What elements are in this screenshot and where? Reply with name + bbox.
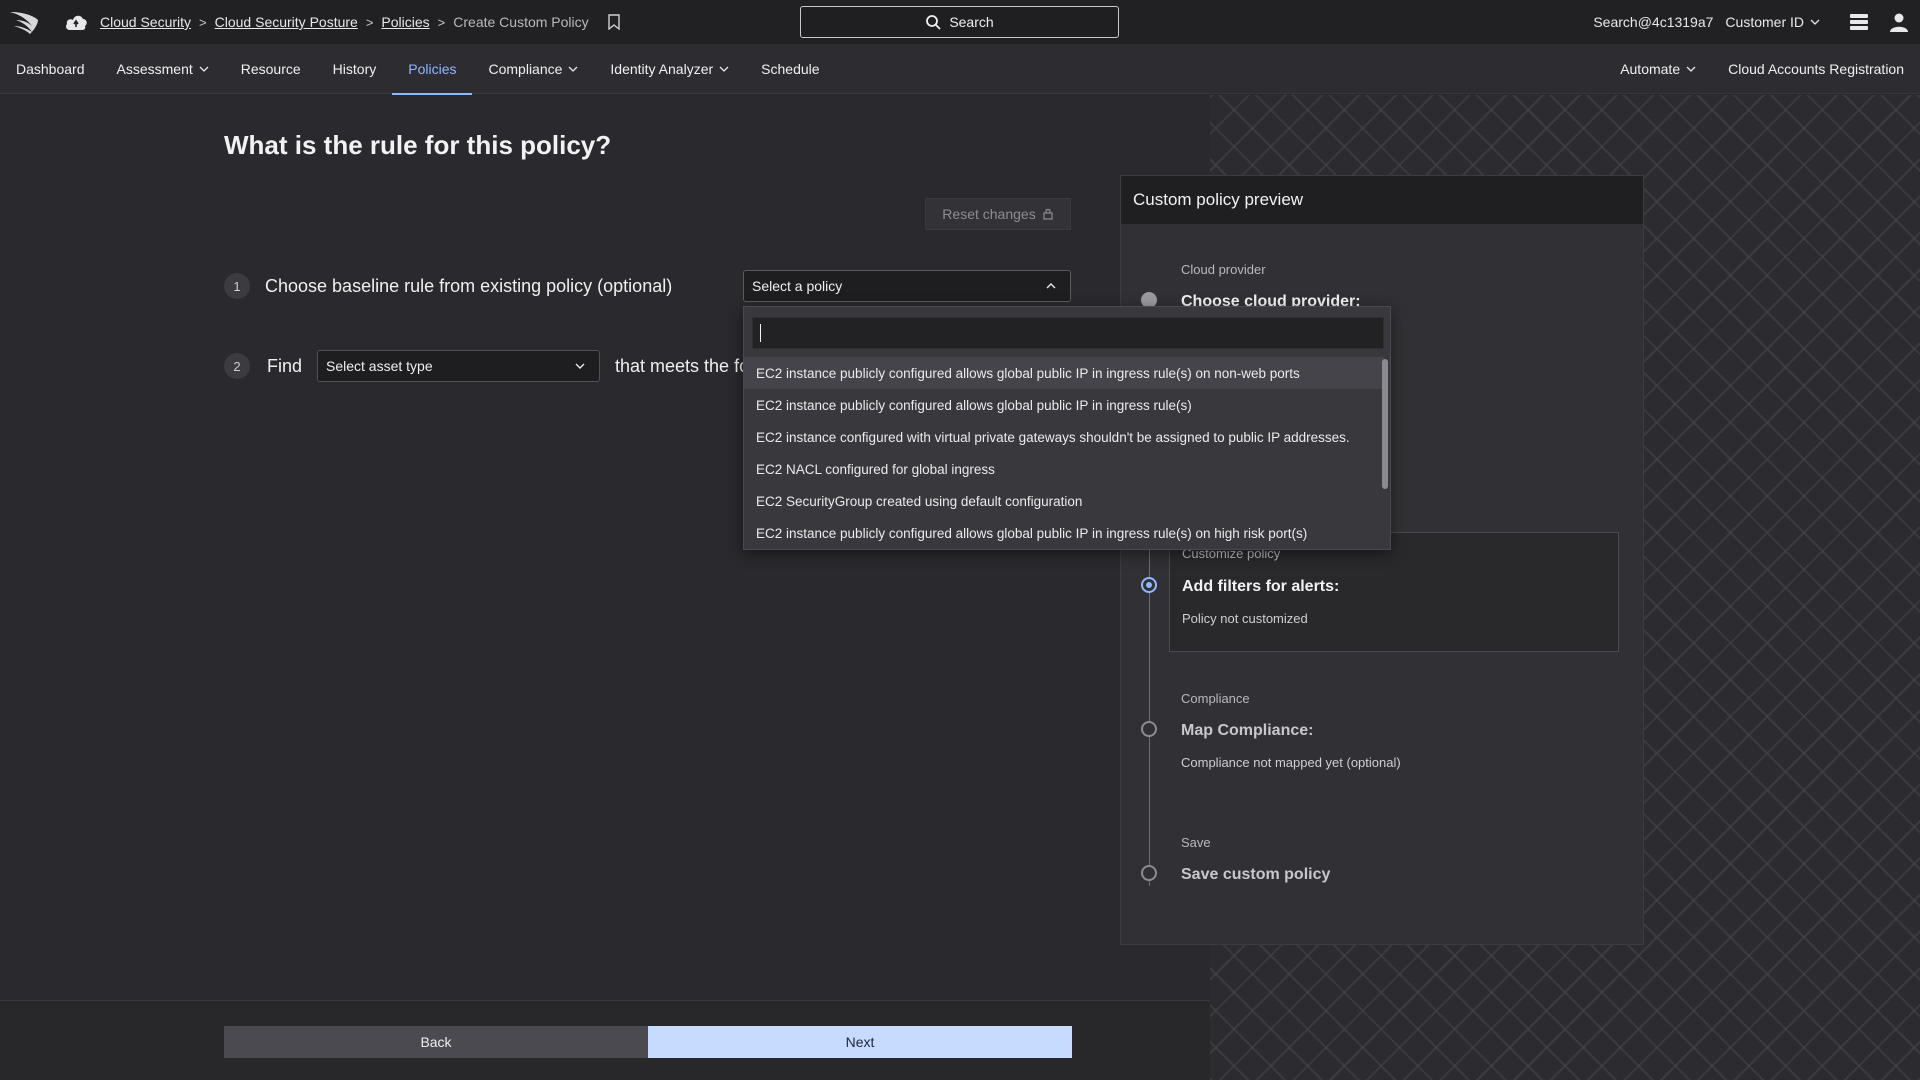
preview-title: Custom policy preview	[1121, 176, 1643, 224]
bookmark-icon[interactable]	[607, 14, 621, 30]
policy-option-list: EC2 instance publicly configured allows …	[744, 357, 1384, 549]
nav-policies[interactable]: Policies	[392, 44, 473, 95]
breadcrumb-separator: >	[365, 14, 374, 30]
timeline-dot-pending	[1141, 865, 1157, 881]
reset-changes-button[interactable]: Reset changes	[925, 198, 1071, 230]
nav-schedule[interactable]: Schedule	[745, 44, 835, 94]
policy-option[interactable]: EC2 instance publicly configured allows …	[744, 517, 1384, 549]
page-title: What is the rule for this policy?	[224, 130, 612, 160]
breadcrumb-cloud-security[interactable]: Cloud Security	[100, 14, 191, 30]
timeline-dot-active	[1141, 577, 1157, 593]
nav-automate[interactable]: Automate	[1604, 44, 1712, 94]
customer-id-label: Customer ID	[1725, 14, 1804, 30]
nav-compliance[interactable]: Compliance	[472, 44, 594, 94]
preview-step-save-small: Save	[1181, 835, 1211, 850]
select-policy-value: Select a policy	[752, 278, 843, 294]
policy-option[interactable]: EC2 NACL configured for global ingress	[744, 453, 1384, 485]
policy-dropdown-menu: EC2 instance publicly configured allows …	[743, 306, 1391, 550]
breadcrumb-cloud-security-posture[interactable]: Cloud Security Posture	[215, 14, 358, 30]
search-label: Search	[949, 14, 994, 30]
step-2-number: 2	[224, 353, 250, 379]
select-asset-type-dropdown[interactable]: Select asset type	[317, 350, 600, 382]
chevron-down-icon	[568, 66, 578, 72]
preview-step-compliance-sub: Compliance not mapped yet (optional)	[1181, 755, 1401, 770]
preview-step-compliance-small: Compliance	[1181, 691, 1250, 706]
nav-right-group: Automate Cloud Accounts Registration	[1604, 44, 1920, 94]
custom-policy-preview-panel: Custom policy preview Cloud provider Cho…	[1120, 175, 1644, 945]
global-search-button[interactable]: Search	[800, 6, 1119, 38]
nav-left-group: Dashboard Assessment Resource History Po…	[0, 44, 836, 95]
cloud-security-icon	[66, 15, 87, 30]
text-cursor	[760, 324, 761, 342]
nav-identity-analyzer[interactable]: Identity Analyzer	[594, 44, 745, 94]
breadcrumb: Cloud Security > Cloud Security Posture …	[100, 0, 621, 44]
wizard-footer: Back Next	[0, 1000, 1210, 1080]
nav-resource[interactable]: Resource	[225, 44, 317, 94]
user-profile-icon[interactable]	[1888, 11, 1910, 33]
chevron-down-icon	[1686, 66, 1696, 72]
step-1-number: 1	[224, 273, 250, 299]
nav-assessment[interactable]: Assessment	[101, 44, 225, 94]
policy-option[interactable]: EC2 instance configured with virtual pri…	[744, 421, 1384, 453]
breadcrumb-policies[interactable]: Policies	[381, 14, 429, 30]
top-bar: Cloud Security > Cloud Security Posture …	[0, 0, 1920, 44]
policy-option[interactable]: EC2 instance publicly configured allows …	[744, 357, 1384, 389]
reset-changes-label: Reset changes	[942, 206, 1036, 222]
chevron-down-icon	[575, 363, 585, 369]
timeline-dot-pending	[1141, 721, 1157, 737]
preview-step-cloud-provider-small: Cloud provider	[1181, 262, 1266, 277]
chevron-down-icon	[1810, 19, 1820, 25]
nav-cloud-accounts-registration[interactable]: Cloud Accounts Registration	[1712, 44, 1920, 94]
breadcrumb-separator: >	[437, 14, 446, 30]
policy-option[interactable]: EC2 SecurityGroup created using default …	[744, 485, 1384, 517]
select-policy-dropdown[interactable]: Select a policy	[743, 270, 1071, 302]
preview-step-save-title: Save custom policy	[1181, 866, 1331, 883]
step-2-label: Find	[267, 356, 303, 376]
customer-id-dropdown[interactable]: Customer ID	[1725, 14, 1820, 30]
step-1-label: Choose baseline rule from existing polic…	[265, 276, 673, 296]
lock-icon	[1043, 208, 1053, 220]
falcon-logo-icon[interactable]	[8, 8, 40, 36]
top-right-controls: Search@4c1319a7 Customer ID	[1593, 0, 1920, 44]
notifications-tray-icon[interactable]	[1848, 11, 1870, 33]
preview-step-customize-title: Add filters for alerts:	[1182, 578, 1340, 595]
chevron-down-icon	[199, 66, 209, 72]
back-button[interactable]: Back	[224, 1026, 648, 1058]
nav-history[interactable]: History	[317, 44, 393, 94]
dropdown-scrollbar[interactable]	[1382, 359, 1388, 489]
preview-step-customize-sub: Policy not customized	[1182, 611, 1308, 626]
chevron-up-icon	[1046, 283, 1056, 289]
user-account-name: Search@4c1319a7	[1593, 14, 1714, 30]
breadcrumb-separator: >	[199, 14, 207, 30]
step-2-suffix: that meets the fo	[615, 356, 750, 376]
nav-dashboard[interactable]: Dashboard	[0, 44, 101, 94]
chevron-down-icon	[719, 66, 729, 72]
main-nav: Dashboard Assessment Resource History Po…	[0, 44, 1920, 95]
preview-step-compliance-title: Map Compliance:	[1181, 722, 1314, 739]
breadcrumb-current: Create Custom Policy	[453, 14, 589, 30]
policy-option[interactable]: EC2 instance publicly configured allows …	[744, 389, 1384, 421]
policy-search-input[interactable]	[752, 317, 1384, 349]
select-asset-type-value: Select asset type	[326, 358, 433, 374]
next-button[interactable]: Next	[648, 1026, 1072, 1058]
search-icon	[926, 15, 941, 30]
